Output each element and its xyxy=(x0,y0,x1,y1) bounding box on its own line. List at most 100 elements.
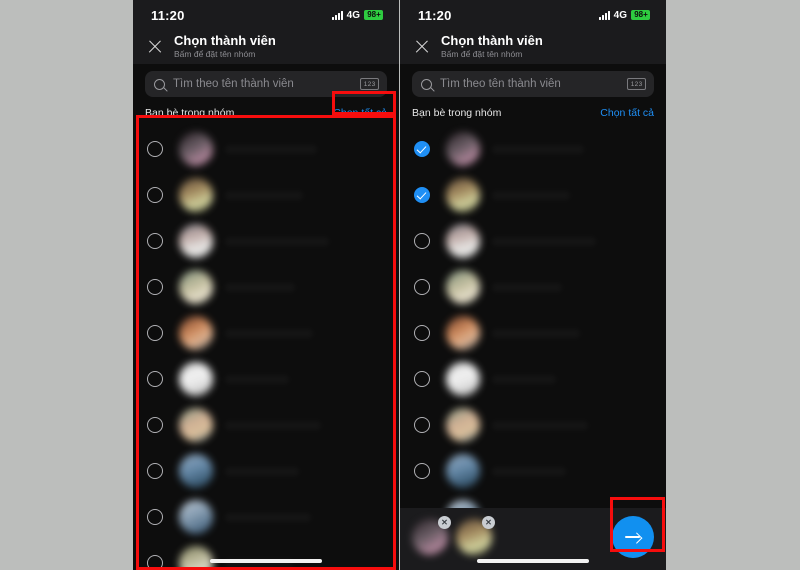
page-subtitle[interactable]: Bấm để đặt tên nhóm xyxy=(441,49,543,60)
page-title: Chọn thành viên xyxy=(441,33,543,48)
checkbox-unchecked-icon[interactable] xyxy=(414,233,430,249)
member-name xyxy=(225,421,321,430)
member-list[interactable] xyxy=(400,126,666,570)
member-name xyxy=(225,467,299,476)
checkbox-unchecked-icon[interactable] xyxy=(147,509,163,525)
avatar xyxy=(179,224,213,258)
phone-screen-left: 11:20 4G 98+ Chọn thành viên Bấm để đặt … xyxy=(133,0,399,570)
checkbox-unchecked-icon[interactable] xyxy=(147,325,163,341)
checkbox-unchecked-icon[interactable] xyxy=(147,555,163,570)
search-icon xyxy=(421,78,432,90)
select-all-button[interactable]: Chọn tất cả xyxy=(333,107,387,119)
member-row[interactable] xyxy=(133,540,399,570)
remove-chip-icon[interactable]: ✕ xyxy=(438,516,451,529)
nav-bar: Chọn thành viên Bấm để đặt tên nhóm xyxy=(400,30,666,64)
member-row[interactable] xyxy=(400,310,666,356)
checkbox-unchecked-icon[interactable] xyxy=(147,141,163,157)
member-row[interactable] xyxy=(400,218,666,264)
status-bar: 11:20 4G 98+ xyxy=(133,0,399,30)
avatar xyxy=(179,500,213,534)
avatar xyxy=(446,270,480,304)
keyboard-123-icon[interactable]: 123 xyxy=(360,78,379,90)
member-row[interactable] xyxy=(133,264,399,310)
home-indicator xyxy=(210,559,322,563)
member-list[interactable] xyxy=(133,126,399,570)
member-row[interactable] xyxy=(400,126,666,172)
avatar xyxy=(446,454,480,488)
search-input[interactable]: Tìm theo tên thành viên xyxy=(440,78,627,90)
select-all-button[interactable]: Chọn tất cả xyxy=(600,107,654,119)
checkbox-unchecked-icon[interactable] xyxy=(414,463,430,479)
selected-avatars: ✕ ✕ xyxy=(412,515,495,555)
member-row[interactable] xyxy=(400,356,666,402)
nav-bar: Chọn thành viên Bấm để đặt tên nhóm xyxy=(133,30,399,64)
member-row[interactable] xyxy=(400,448,666,494)
page-title: Chọn thành viên xyxy=(174,33,276,48)
page-subtitle[interactable]: Bấm để đặt tên nhóm xyxy=(174,49,276,60)
search-bar[interactable]: Tìm theo tên thành viên 123 xyxy=(145,71,387,97)
phone-screen-right: 11:20 4G 98+ Chọn thành viên Bấm để đặt … xyxy=(400,0,666,570)
search-input[interactable]: Tìm theo tên thành viên xyxy=(173,78,360,90)
nav-title-group: Chọn thành viên Bấm để đặt tên nhóm xyxy=(441,34,543,60)
checkbox-unchecked-icon[interactable] xyxy=(147,463,163,479)
keyboard-123-icon[interactable]: 123 xyxy=(627,78,646,90)
checkbox-unchecked-icon[interactable] xyxy=(414,417,430,433)
member-name xyxy=(492,237,596,246)
section-title: Bạn bè trong nhóm xyxy=(145,107,235,119)
avatar xyxy=(446,408,480,442)
close-icon[interactable] xyxy=(147,39,163,55)
member-name xyxy=(225,513,311,522)
home-indicator xyxy=(477,559,589,563)
checkbox-unchecked-icon[interactable] xyxy=(147,187,163,203)
member-row[interactable] xyxy=(133,448,399,494)
member-row[interactable] xyxy=(133,402,399,448)
checkbox-unchecked-icon[interactable] xyxy=(147,371,163,387)
member-row[interactable] xyxy=(400,402,666,448)
selected-member-chip[interactable]: ✕ xyxy=(456,516,495,555)
avatar xyxy=(179,178,213,212)
member-name xyxy=(492,283,562,292)
member-row[interactable] xyxy=(133,494,399,540)
checkbox-unchecked-icon[interactable] xyxy=(147,279,163,295)
avatar xyxy=(446,362,480,396)
screenshot-stage: 11:20 4G 98+ Chọn thành viên Bấm để đặt … xyxy=(0,0,800,570)
battery-icon: 98+ xyxy=(631,10,650,20)
member-row[interactable] xyxy=(133,172,399,218)
search-icon xyxy=(154,78,165,90)
remove-chip-icon[interactable]: ✕ xyxy=(482,516,495,529)
member-name xyxy=(492,329,580,338)
checkbox-unchecked-icon[interactable] xyxy=(414,371,430,387)
checkbox-checked-icon[interactable] xyxy=(414,141,430,157)
avatar xyxy=(179,546,213,570)
checkbox-unchecked-icon[interactable] xyxy=(414,279,430,295)
member-row[interactable] xyxy=(133,218,399,264)
member-row[interactable] xyxy=(400,264,666,310)
member-row[interactable] xyxy=(400,172,666,218)
avatar xyxy=(179,132,213,166)
section-header: Bạn bè trong nhóm Chọn tất cả xyxy=(133,103,399,126)
close-icon[interactable] xyxy=(414,39,430,55)
member-name xyxy=(225,329,313,338)
search-bar[interactable]: Tìm theo tên thành viên 123 xyxy=(412,71,654,97)
avatar xyxy=(446,316,480,350)
member-row[interactable] xyxy=(133,356,399,402)
network-type-label: 4G xyxy=(346,9,360,21)
battery-icon: 98+ xyxy=(364,10,383,20)
member-name xyxy=(225,237,329,246)
signal-bars-icon xyxy=(331,10,343,20)
avatar xyxy=(179,270,213,304)
member-name xyxy=(492,421,588,430)
selected-member-chip[interactable]: ✕ xyxy=(412,516,451,555)
member-row[interactable] xyxy=(133,310,399,356)
avatar xyxy=(446,224,480,258)
status-bar: 11:20 4G 98+ xyxy=(400,0,666,30)
avatar xyxy=(179,408,213,442)
section-header: Bạn bè trong nhóm Chọn tất cả xyxy=(400,103,666,126)
member-name xyxy=(492,191,570,200)
next-button[interactable] xyxy=(612,516,654,558)
member-row[interactable] xyxy=(133,126,399,172)
checkbox-unchecked-icon[interactable] xyxy=(147,417,163,433)
checkbox-unchecked-icon[interactable] xyxy=(147,233,163,249)
checkbox-unchecked-icon[interactable] xyxy=(414,325,430,341)
checkbox-checked-icon[interactable] xyxy=(414,187,430,203)
